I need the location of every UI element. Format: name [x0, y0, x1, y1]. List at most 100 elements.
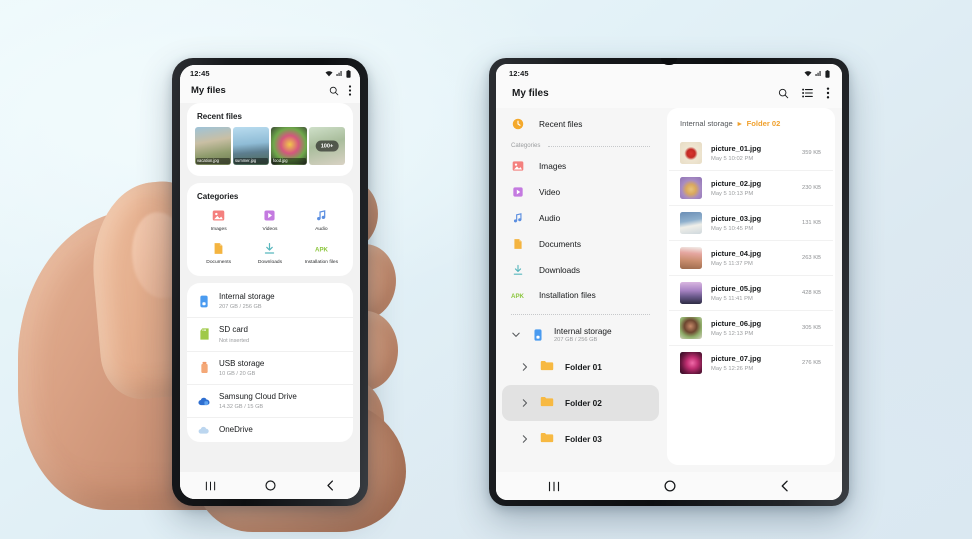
navigation-pane[interactable]: Recent files Categories Images Video Aud…: [496, 108, 666, 472]
home-icon[interactable]: [265, 480, 277, 491]
category-audio[interactable]: Audio: [296, 208, 347, 232]
audio-icon: [510, 212, 525, 224]
document-icon: [211, 241, 226, 256]
file-date: May 5 12:26 PM: [711, 365, 754, 372]
sidebar-label: Audio: [539, 213, 561, 223]
sidebar-item-audio[interactable]: Audio: [502, 205, 659, 231]
category-label: Audio: [315, 227, 328, 232]
category-label: Images: [210, 227, 227, 232]
storage-name: SD card: [219, 325, 248, 335]
categories-label: Categories: [511, 142, 541, 149]
category-label: Videos: [262, 227, 278, 232]
chevron-right-icon[interactable]: [520, 399, 529, 407]
storage-item-sd-card[interactable]: SD card Not inserted: [187, 317, 353, 350]
tablet-main-body: Recent files Categories Images Video Aud…: [496, 108, 842, 472]
file-name: picture_03.jpg: [711, 214, 762, 224]
sidebar-item-installation-files[interactable]: APK Installation files: [502, 283, 659, 307]
tablet-header-actions: [778, 87, 830, 99]
chevron-right-icon[interactable]: [520, 435, 529, 443]
storage-item-onedrive[interactable]: OneDrive: [187, 417, 353, 437]
image-icon: [211, 208, 226, 223]
storage-name: Internal storage: [219, 292, 275, 301]
recent-thumb-label: summer.jpg: [234, 157, 268, 164]
recents-icon[interactable]: [205, 481, 216, 491]
more-vertical-icon[interactable]: [348, 85, 352, 96]
file-thumbnail: [680, 212, 702, 234]
file-row[interactable]: picture_03.jpg May 5 10:45 PM 131 KB: [669, 205, 833, 240]
storage-list: Internal storage 207 GB / 256 GB SD card N…: [187, 283, 353, 442]
category-downloads[interactable]: Downloads: [244, 241, 295, 265]
folder-row-03[interactable]: Folder 03: [502, 421, 659, 457]
category-label: Downloads: [257, 260, 283, 265]
file-row[interactable]: picture_05.jpg May 5 11:41 PM 428 KB: [669, 275, 833, 310]
sidebar-item-video[interactable]: Video: [502, 179, 659, 205]
phone-screen: 12:45 My files Recent files vacation.jpg…: [180, 65, 360, 499]
recent-thumb-more[interactable]: 100+: [309, 127, 345, 165]
recent-thumb[interactable]: summer.jpg: [233, 127, 269, 165]
search-icon[interactable]: [778, 88, 789, 99]
tablet-device: 12:45 My files Recent files Categories I…: [489, 58, 849, 506]
file-size: 428 KB: [801, 290, 821, 296]
file-name: picture_04.jpg: [711, 249, 762, 259]
recent-thumb[interactable]: food.jpg: [271, 127, 307, 165]
tablet-app-header: My files: [496, 81, 842, 108]
recent-files-strip: vacation.jpg summer.jpg food.jpg 100+: [187, 127, 353, 176]
file-size: 263 KB: [801, 255, 821, 261]
back-icon[interactable]: [780, 480, 790, 492]
storage-item-internal[interactable]: Internal storage 207 GB / 256 GB: [187, 285, 353, 317]
storage-name: Internal storage: [554, 326, 612, 336]
phone-app-header: My files: [180, 80, 360, 103]
file-thumbnail: [680, 177, 702, 199]
chevron-right-icon[interactable]: [520, 363, 529, 371]
folder-icon: [540, 430, 554, 448]
recent-clock-icon: [510, 118, 525, 130]
file-row[interactable]: picture_07.jpg May 5 12:26 PM 276 KB: [669, 345, 833, 380]
file-thumbnail: [680, 142, 702, 164]
breadcrumb-separator-icon: ▸: [737, 119, 742, 128]
storage-sub: 207 GB / 256 GB: [554, 337, 598, 343]
folder-row-02[interactable]: Folder 02: [502, 385, 659, 421]
category-installation-files[interactable]: APK Installation files: [296, 241, 347, 265]
sidebar-item-downloads[interactable]: Downloads: [502, 257, 659, 283]
apk-icon: APK: [314, 241, 329, 256]
categories-card: Categories Images Videos Audio Documents…: [187, 183, 353, 276]
file-list-pane: Internal storage ▸ Folder 02 picture_01.…: [667, 108, 835, 465]
category-images[interactable]: Images: [193, 208, 244, 232]
categories-title: Categories: [197, 192, 239, 201]
sidebar-item-internal-storage[interactable]: Internal storage 207 GB / 256 GB: [502, 320, 659, 349]
breadcrumb-current[interactable]: Folder 02: [747, 119, 781, 128]
file-row[interactable]: picture_04.jpg May 5 11:37 PM 263 KB: [669, 240, 833, 275]
search-icon[interactable]: [329, 86, 339, 96]
phone-content-scroll[interactable]: Recent files vacation.jpg summer.jpg foo…: [180, 103, 360, 472]
file-row[interactable]: picture_01.jpg May 5 10:02 PM 359 KB: [669, 136, 833, 170]
status-icons: [325, 69, 351, 78]
list-view-icon[interactable]: [802, 88, 813, 98]
sidebar-item-documents[interactable]: Documents: [502, 231, 659, 257]
folder-row-01[interactable]: Folder 01: [502, 349, 659, 385]
category-label: Documents: [206, 260, 232, 265]
category-documents[interactable]: Documents: [193, 241, 244, 265]
category-videos[interactable]: Videos: [244, 208, 295, 232]
file-list[interactable]: picture_01.jpg May 5 10:02 PM 359 KB pict…: [667, 136, 835, 465]
image-icon: [510, 160, 525, 172]
file-row[interactable]: picture_06.jpg May 5 12:13 PM 305 KB: [669, 310, 833, 345]
home-icon[interactable]: [664, 480, 676, 492]
storage-item-usb[interactable]: USB storage 10 GB / 20 GB: [187, 350, 353, 384]
recents-icon[interactable]: [548, 481, 560, 492]
storage-sub: 207 GB / 256 GB: [219, 304, 262, 311]
file-name: picture_07.jpg: [711, 354, 762, 364]
more-vertical-icon[interactable]: [826, 87, 830, 99]
sidebar-item-recent-files[interactable]: Recent files: [502, 111, 659, 137]
storage-item-samsung-cloud[interactable]: Samsung Cloud Drive 14.32 GB / 15 GB: [187, 383, 353, 417]
recent-thumb[interactable]: vacation.jpg: [195, 127, 231, 165]
chevron-down-icon[interactable]: [510, 332, 521, 338]
sd-card-icon: [198, 328, 210, 341]
signal-icon: [815, 70, 822, 77]
file-row[interactable]: picture_02.jpg May 5 10:13 PM 230 KB: [669, 170, 833, 205]
file-date: May 5 12:13 PM: [711, 330, 754, 337]
breadcrumb-root[interactable]: Internal storage: [680, 119, 733, 128]
svg-text:APK: APK: [511, 292, 525, 299]
back-icon[interactable]: [326, 480, 335, 491]
internal-storage-icon: [530, 328, 545, 341]
sidebar-item-images[interactable]: Images: [502, 153, 659, 179]
